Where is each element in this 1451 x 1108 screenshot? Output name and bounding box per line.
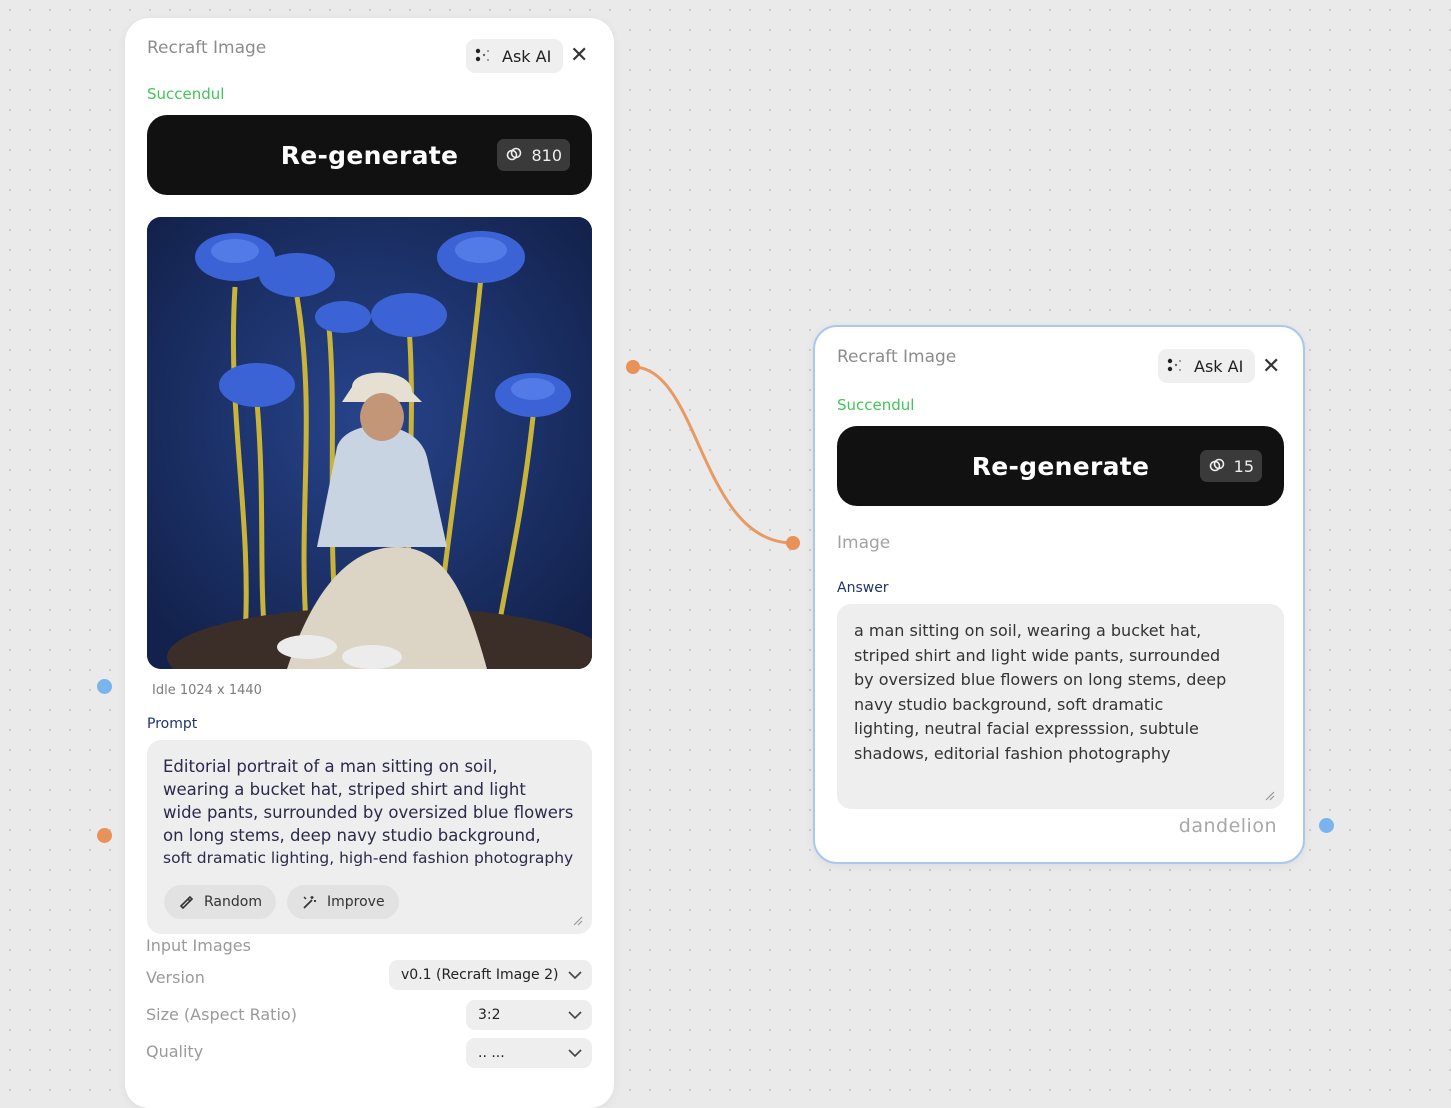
quality-value: .. ... <box>478 1045 505 1061</box>
version-label: Version <box>146 968 205 987</box>
left-node-input-port-prompt[interactable] <box>97 828 112 843</box>
recraft-image-node-left[interactable]: Recraft Image Ask AI ✕ Succendul Re-gene… <box>125 18 614 1108</box>
quality-label: Quality <box>146 1042 204 1061</box>
quality-select[interactable]: .. ... <box>466 1038 592 1068</box>
answer-text: a man sitting on soil, wearing a bucket … <box>854 621 1227 763</box>
credit-badge: 810 <box>497 139 570 171</box>
image-meta: Idle 1024 x 1440 <box>152 683 262 698</box>
prompt-label: Prompt <box>147 716 198 732</box>
ask-ai-label: Ask AI <box>502 46 552 66</box>
size-value: 3:2 <box>478 1007 501 1023</box>
credit-badge: 15 <box>1199 450 1262 482</box>
sparkle-dots-icon <box>1167 358 1181 372</box>
chevron-down-icon <box>568 1049 582 1058</box>
dice-icon <box>179 895 194 910</box>
generated-image-illustration <box>147 217 592 669</box>
regenerate-button[interactable]: Re-generate 810 <box>147 115 592 195</box>
status-text: Succendul <box>837 396 915 414</box>
ask-ai-button[interactable]: Ask AI <box>466 39 564 73</box>
improve-button[interactable]: Improve <box>287 885 399 919</box>
chevron-down-icon <box>568 1011 582 1020</box>
ask-ai-label: Ask AI <box>1194 356 1244 376</box>
improve-label: Improve <box>327 894 385 910</box>
regenerate-label: Re-generate <box>971 451 1150 481</box>
magic-wand-icon <box>303 896 316 909</box>
sparkle-dots-icon <box>475 48 489 62</box>
node-title: Recraft Image <box>147 38 267 58</box>
image-input-label: Image <box>837 533 891 553</box>
coins-icon <box>1209 458 1224 472</box>
regenerate-button[interactable]: Re-generate 15 <box>837 426 1284 506</box>
answer-label: Answer <box>837 580 889 596</box>
credit-count: 810 <box>531 145 562 165</box>
footer-brand: dandelion <box>1178 815 1277 837</box>
input-images-label: Input Images <box>146 936 251 955</box>
resize-handle-icon[interactable] <box>573 916 583 926</box>
prompt-text: Editorial portrait of a man sitting on s… <box>163 757 574 867</box>
random-button[interactable]: Random <box>164 885 276 919</box>
size-label: Size (Aspect Ratio) <box>146 1005 297 1024</box>
recraft-image-node-right[interactable]: Recraft Image Ask AI ✕ Succendul Re-gene… <box>813 325 1305 864</box>
generated-image[interactable] <box>147 217 592 669</box>
close-icon[interactable]: ✕ <box>570 45 588 67</box>
version-value: v0.1 (Recraft Image 2) <box>401 967 559 983</box>
close-icon[interactable]: ✕ <box>1262 356 1280 378</box>
ask-ai-button[interactable]: Ask AI <box>1158 349 1256 383</box>
resize-handle-icon[interactable] <box>1265 791 1275 801</box>
left-node-input-port-image[interactable] <box>97 679 112 694</box>
status-text: Succendul <box>147 85 225 103</box>
right-node-output-port[interactable] <box>1319 818 1334 833</box>
node-title: Recraft Image <box>837 347 957 367</box>
version-select[interactable]: v0.1 (Recraft Image 2) <box>389 960 592 990</box>
credit-count: 15 <box>1233 456 1254 476</box>
regenerate-label: Re-generate <box>280 140 459 170</box>
chevron-down-icon <box>568 971 582 980</box>
random-label: Random <box>204 894 262 910</box>
prompt-textarea[interactable]: Editorial portrait of a man sitting on s… <box>147 740 592 934</box>
coins-icon <box>507 147 522 161</box>
size-select[interactable]: 3:2 <box>466 1000 592 1030</box>
answer-textarea[interactable]: a man sitting on soil, wearing a bucket … <box>837 604 1284 809</box>
